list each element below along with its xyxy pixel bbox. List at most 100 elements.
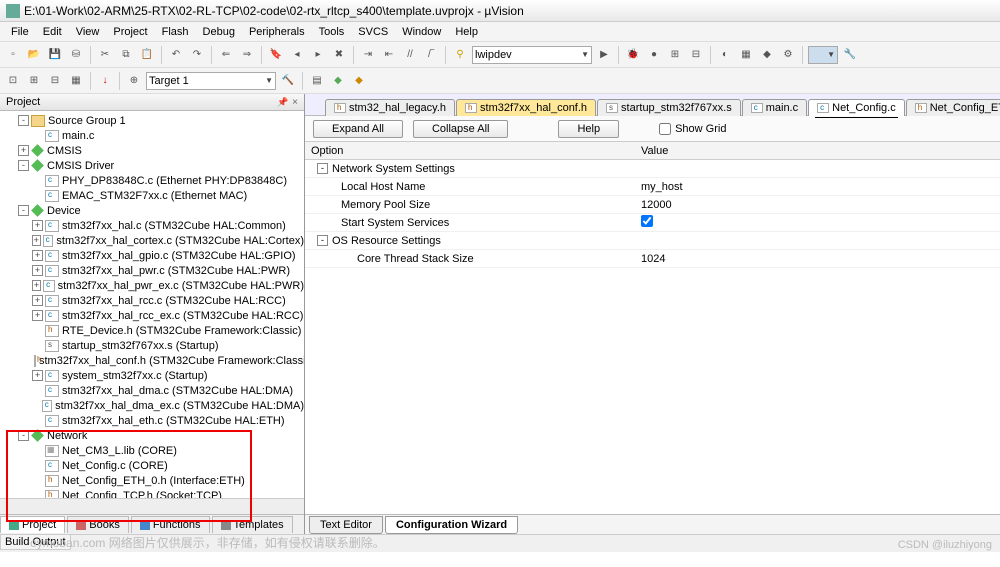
find-next-icon[interactable]: ▶ xyxy=(595,46,613,64)
menu-help[interactable]: Help xyxy=(448,24,485,40)
expand-icon[interactable]: + xyxy=(32,235,41,246)
tree-item[interactable]: +stm32f7xx_hal.c (STM32Cube HAL:Common) xyxy=(0,218,304,233)
rebuild-icon[interactable]: ⊞ xyxy=(25,72,43,90)
tree-item[interactable]: stm32f7xx_hal_eth.c (STM32Cube HAL:ETH) xyxy=(0,413,304,428)
cut-icon[interactable]: ✂ xyxy=(96,46,114,64)
option-value[interactable]: my_host xyxy=(635,181,1000,193)
tree-item[interactable]: -CMSIS Driver xyxy=(0,158,304,173)
cfg-tab-text-editor[interactable]: Text Editor xyxy=(309,516,383,534)
expand-icon[interactable]: - xyxy=(18,115,29,126)
find-icon[interactable]: ⚲ xyxy=(451,46,469,64)
saveall-icon[interactable]: ⛁ xyxy=(67,46,85,64)
file-tab[interactable]: stm32f7xx_hal_conf.h xyxy=(456,99,596,116)
expand-icon[interactable]: + xyxy=(32,280,41,291)
target-options-icon[interactable]: ⊕ xyxy=(125,72,143,90)
menu-view[interactable]: View xyxy=(69,24,107,40)
expand-icon[interactable]: - xyxy=(317,163,328,174)
translate-icon[interactable]: ▦ xyxy=(67,72,85,90)
option-value[interactable]: 12000 xyxy=(635,199,1000,211)
expand-icon[interactable]: + xyxy=(32,265,43,276)
option-value[interactable]: 1024 xyxy=(635,253,1000,265)
show-grid-checkbox[interactable]: Show Grid xyxy=(659,123,726,135)
project-tree[interactable]: -Source Group 1main.c+CMSIS-CMSIS Driver… xyxy=(0,111,304,498)
btab-project[interactable]: Project xyxy=(0,516,65,533)
expand-icon[interactable]: - xyxy=(18,160,29,171)
file-tab[interactable]: Net_Config.c xyxy=(808,99,905,116)
option-value[interactable] xyxy=(635,215,1000,230)
file-tab[interactable]: startup_stm32f767xx.s xyxy=(597,99,741,116)
menu-project[interactable]: Project xyxy=(106,24,154,40)
target-combo[interactable]: Target 1▼ xyxy=(146,72,276,90)
file-tab[interactable]: stm32_hal_legacy.h xyxy=(325,99,455,116)
tree-item[interactable]: +stm32f7xx_hal_rcc.c (STM32Cube HAL:RCC) xyxy=(0,293,304,308)
config-grid[interactable]: Option Value -Network System SettingsLoc… xyxy=(305,142,1000,514)
tree-item[interactable]: Net_Config_TCP.h (Socket:TCP) xyxy=(0,488,304,498)
expand-icon[interactable]: + xyxy=(32,295,43,306)
menu-peripherals[interactable]: Peripherals xyxy=(242,24,312,40)
tree-item[interactable]: +stm32f7xx_hal_pwr.c (STM32Cube HAL:PWR) xyxy=(0,263,304,278)
tree-item[interactable]: +stm32f7xx_hal_pwr_ex.c (STM32Cube HAL:P… xyxy=(0,278,304,293)
bookmark-icon[interactable]: 🔖 xyxy=(267,46,285,64)
expand-all-button[interactable]: Expand All xyxy=(313,120,403,138)
expand-icon[interactable]: - xyxy=(18,430,29,441)
tb-wrench-icon[interactable]: 🔧 xyxy=(841,46,859,64)
bookmark-prev-icon[interactable]: ◂ xyxy=(288,46,306,64)
config-row[interactable]: Start System Services xyxy=(305,214,1000,232)
nav-fwd-icon[interactable]: ⇒ xyxy=(238,46,256,64)
tb-misc6-icon[interactable]: ⚙ xyxy=(779,46,797,64)
menu-svcs[interactable]: SVCS xyxy=(351,24,395,40)
tree-item[interactable]: +system_stm32f7xx.c (Startup) xyxy=(0,368,304,383)
tree-item[interactable]: +stm32f7xx_hal_rcc_ex.c (STM32Cube HAL:R… xyxy=(0,308,304,323)
expand-icon[interactable]: - xyxy=(18,205,29,216)
expand-icon[interactable]: + xyxy=(32,250,43,261)
tree-item[interactable]: -Network xyxy=(0,428,304,443)
menu-debug[interactable]: Debug xyxy=(196,24,242,40)
file-tab[interactable]: main.c xyxy=(742,99,807,116)
indent-icon[interactable]: ⇥ xyxy=(359,46,377,64)
menu-file[interactable]: File xyxy=(4,24,36,40)
tree-item[interactable]: Net_Config.c (CORE) xyxy=(0,458,304,473)
file-tab[interactable]: Net_Config_ETH_0.h xyxy=(906,99,1000,116)
batch-icon[interactable]: ⊟ xyxy=(46,72,64,90)
tree-item[interactable]: PHY_DP83848C.c (Ethernet PHY:DP83848C) xyxy=(0,173,304,188)
menu-flash[interactable]: Flash xyxy=(155,24,196,40)
btab-templates[interactable]: Templates xyxy=(212,516,293,533)
config-row[interactable]: Core Thread Stack Size1024 xyxy=(305,250,1000,268)
tree-item[interactable]: stm32f7xx_hal_dma_ex.c (STM32Cube HAL:DM… xyxy=(0,398,304,413)
bookmark-clear-icon[interactable]: ✖ xyxy=(330,46,348,64)
tb-misc2-icon[interactable]: ⊟ xyxy=(687,46,705,64)
tree-item[interactable]: RTE_Device.h (STM32Cube Framework:Classi… xyxy=(0,323,304,338)
expand-icon[interactable]: + xyxy=(32,310,43,321)
rte-icon[interactable]: ◆ xyxy=(350,72,368,90)
config-row[interactable]: Memory Pool Size12000 xyxy=(305,196,1000,214)
config-row[interactable]: -Network System Settings xyxy=(305,160,1000,178)
tree-hscroll[interactable] xyxy=(0,498,304,514)
bookmark-next-icon[interactable]: ▸ xyxy=(309,46,327,64)
btab-functions[interactable]: Functions xyxy=(131,516,210,533)
tree-item[interactable]: main.c xyxy=(0,128,304,143)
close-panel-icon[interactable]: × xyxy=(292,97,298,108)
value-checkbox[interactable] xyxy=(641,215,653,227)
expand-icon[interactable]: - xyxy=(317,235,328,246)
tb-small-combo[interactable]: ▼ xyxy=(808,46,838,64)
paste-icon[interactable]: 📋 xyxy=(138,46,156,64)
config-row[interactable]: -OS Resource Settings xyxy=(305,232,1000,250)
tree-item[interactable]: -Source Group 1 xyxy=(0,113,304,128)
menu-edit[interactable]: Edit xyxy=(36,24,69,40)
pin-icon[interactable]: 📌 xyxy=(277,97,288,108)
comment-icon[interactable]: // xyxy=(401,46,419,64)
btab-books[interactable]: Books xyxy=(67,516,129,533)
tb-misc5-icon[interactable]: ◆ xyxy=(758,46,776,64)
tree-item[interactable]: Net_Config_ETH_0.h (Interface:ETH) xyxy=(0,473,304,488)
find-combo[interactable]: lwipdev▼ xyxy=(472,46,592,64)
nav-back-icon[interactable]: ⇐ xyxy=(217,46,235,64)
copy-icon[interactable]: ⧉ xyxy=(117,46,135,64)
menu-tools[interactable]: Tools xyxy=(312,24,352,40)
tree-item[interactable]: +CMSIS xyxy=(0,143,304,158)
tree-item[interactable]: stm32f7xx_hal_conf.h (STM32Cube Framewor… xyxy=(0,353,304,368)
expand-icon[interactable]: + xyxy=(32,370,43,381)
packs-icon[interactable]: ◆ xyxy=(329,72,347,90)
tb-misc4-icon[interactable]: ▦ xyxy=(737,46,755,64)
expand-icon[interactable]: + xyxy=(32,220,43,231)
debug-icon[interactable]: 🐞 xyxy=(624,46,642,64)
